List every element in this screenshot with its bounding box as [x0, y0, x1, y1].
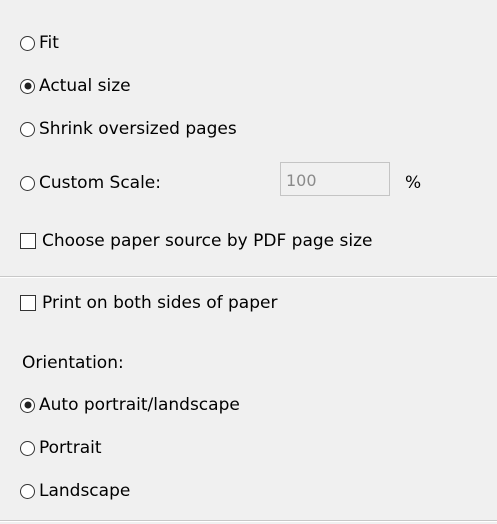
radio-fit-indicator[interactable] — [20, 35, 35, 51]
radio-portrait-indicator[interactable] — [20, 440, 35, 456]
radio-custom-scale-label: Custom Scale: — [39, 173, 161, 193]
checkbox-paper-source-box[interactable] — [20, 233, 36, 249]
radio-auto-orientation[interactable]: Auto portrait/landscape — [20, 392, 240, 418]
radio-auto-orientation-indicator[interactable] — [20, 397, 35, 413]
radio-actual-size-label: Actual size — [39, 76, 131, 96]
radio-custom-scale[interactable]: Custom Scale: — [20, 170, 161, 196]
radio-actual-size-indicator[interactable] — [20, 78, 35, 94]
radio-custom-scale-indicator[interactable] — [20, 175, 35, 191]
radio-shrink-oversized[interactable]: Shrink oversized pages — [20, 116, 237, 142]
radio-actual-size[interactable]: Actual size — [20, 73, 131, 99]
radio-landscape-indicator[interactable] — [20, 483, 35, 499]
checkbox-paper-source-label: Choose paper source by PDF page size — [42, 231, 373, 251]
checkbox-duplex[interactable]: Print on both sides of paper — [20, 290, 277, 316]
radio-shrink-oversized-label: Shrink oversized pages — [39, 119, 237, 139]
radio-fit-label: Fit — [39, 33, 59, 53]
radio-landscape[interactable]: Landscape — [20, 478, 130, 504]
radio-fit[interactable]: Fit — [20, 30, 59, 56]
radio-portrait[interactable]: Portrait — [20, 435, 102, 461]
bottom-divider — [0, 520, 497, 522]
radio-landscape-label: Landscape — [39, 481, 131, 501]
custom-scale-unit: % — [405, 173, 422, 193]
checkbox-duplex-label: Print on both sides of paper — [42, 293, 278, 313]
section-divider — [0, 276, 497, 278]
checkbox-paper-source[interactable]: Choose paper source by PDF page size — [20, 228, 372, 254]
radio-auto-orientation-label: Auto portrait/landscape — [39, 395, 240, 415]
checkbox-duplex-box[interactable] — [20, 295, 36, 311]
custom-scale-input[interactable] — [280, 162, 390, 196]
radio-shrink-oversized-indicator[interactable] — [20, 121, 35, 137]
orientation-heading: Orientation: — [22, 353, 124, 373]
radio-portrait-label: Portrait — [39, 438, 102, 458]
